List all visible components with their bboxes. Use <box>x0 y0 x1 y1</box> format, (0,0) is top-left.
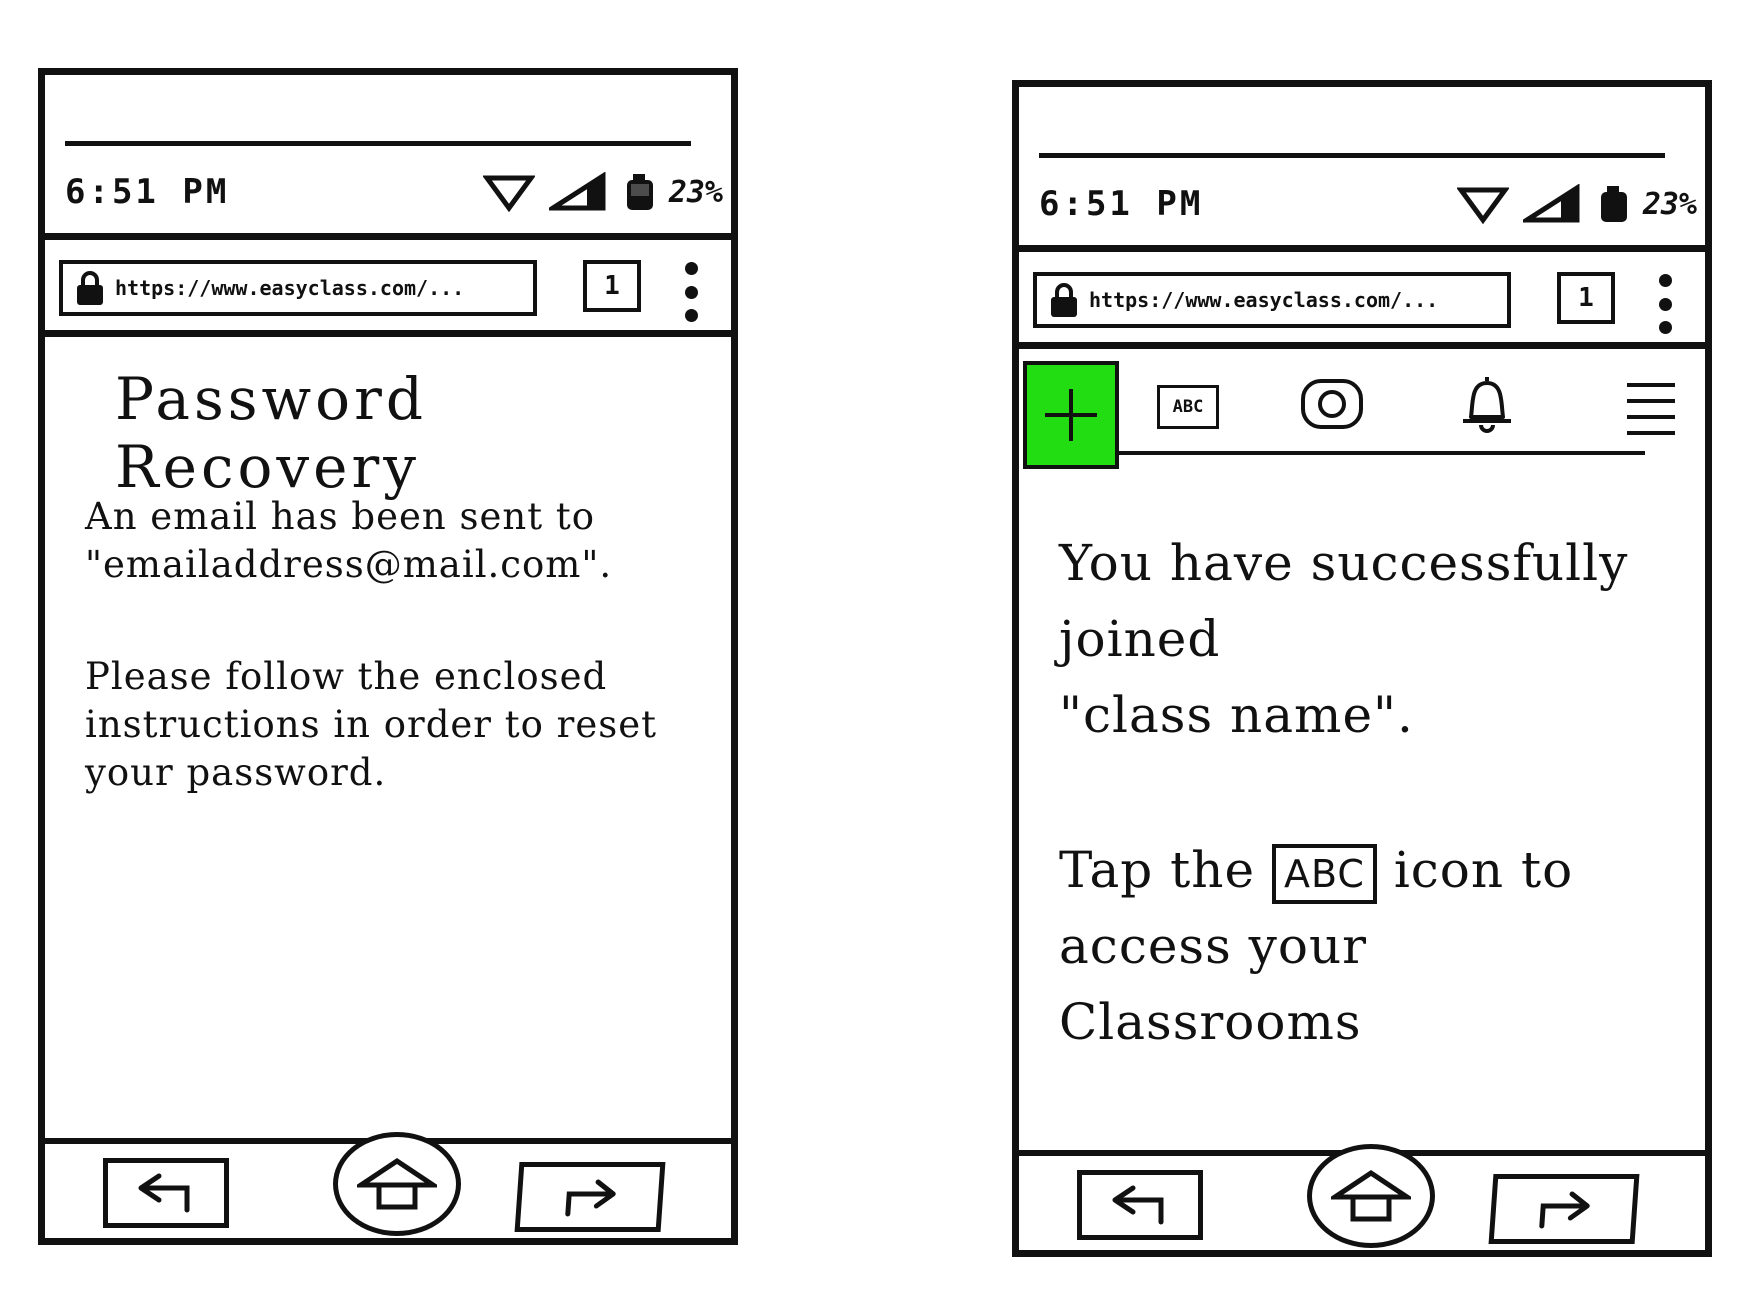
success-line: You have successfully joined <box>1059 534 1629 668</box>
battery-icon <box>626 174 653 210</box>
home-icon <box>357 1157 437 1210</box>
bell-icon[interactable] <box>1459 373 1515 433</box>
instruction-text: Please follow the enclosed instructions … <box>85 655 657 794</box>
home-button[interactable] <box>333 1132 461 1236</box>
class-name: "class name". <box>1059 686 1414 744</box>
browser-bar: https://www.easyclass.com/... 1 <box>1019 245 1705 349</box>
phone-class-joined: 6:51 PM 23% https://www.easyclass.com/..… <box>1012 80 1712 1257</box>
app-toolbar: ABC <box>1019 355 1705 469</box>
signal-icon <box>548 172 606 211</box>
back-button[interactable] <box>1077 1170 1203 1240</box>
forward-button[interactable] <box>514 1162 666 1232</box>
tab-switcher-button[interactable]: 1 <box>1557 272 1615 324</box>
battery-percent: 23% <box>668 174 723 210</box>
back-icon <box>1112 1185 1164 1225</box>
inline-abc-icon: ABC <box>1271 844 1377 904</box>
url-field[interactable]: https://www.easyclass.com/... <box>59 260 537 316</box>
forward-button[interactable] <box>1488 1174 1640 1244</box>
battery-percent: 23% <box>1642 186 1697 222</box>
lock-icon <box>1051 283 1077 317</box>
tap-instruction: Tap the ABC icon to access your Classroo… <box>1059 832 1679 1060</box>
forward-icon <box>1539 1191 1590 1229</box>
more-options-icon[interactable] <box>681 262 701 322</box>
home-icon <box>1331 1169 1411 1222</box>
back-icon <box>138 1173 190 1213</box>
url-field[interactable]: https://www.easyclass.com/... <box>1033 272 1511 328</box>
lock-icon <box>77 271 103 305</box>
status-divider <box>65 141 691 146</box>
confirmation-text: An email has been sent to "emailaddress@… <box>85 495 613 586</box>
success-message: You have successfully joined "class name… <box>1059 525 1679 753</box>
menu-icon[interactable] <box>1627 383 1675 435</box>
abc-icon[interactable]: ABC <box>1157 385 1219 429</box>
signal-icon <box>1522 184 1580 223</box>
forward-icon <box>565 1179 616 1217</box>
navigation-bar <box>45 1132 731 1238</box>
tab-switcher-button[interactable]: 1 <box>583 260 641 312</box>
status-bar: 6:51 PM 23% <box>65 167 723 217</box>
page-title: Password Recovery <box>115 365 427 501</box>
status-divider <box>1039 153 1665 158</box>
add-class-button[interactable] <box>1023 361 1119 469</box>
url-text: https://www.easyclass.com/... <box>115 276 465 300</box>
wifi-icon <box>1456 187 1509 224</box>
battery-icon <box>1600 186 1627 222</box>
phone-password-recovery: 6:51 PM 23% https://www.easyclass.com/..… <box>38 68 738 1245</box>
back-button[interactable] <box>103 1158 229 1228</box>
home-button[interactable] <box>1307 1144 1435 1248</box>
browser-bar: https://www.easyclass.com/... 1 <box>45 233 731 337</box>
plus-icon <box>1045 389 1097 441</box>
status-bar: 6:51 PM 23% <box>1039 179 1697 229</box>
status-time: 6:51 PM <box>65 172 230 212</box>
status-time: 6:51 PM <box>1039 184 1204 224</box>
url-text: https://www.easyclass.com/... <box>1089 288 1439 312</box>
more-options-icon[interactable] <box>1655 274 1675 334</box>
toolbar-divider <box>1031 451 1645 455</box>
wifi-icon <box>482 175 535 212</box>
camera-icon[interactable] <box>1299 377 1365 431</box>
tap-prefix: Tap the <box>1059 841 1256 899</box>
navigation-bar <box>1019 1144 1705 1250</box>
